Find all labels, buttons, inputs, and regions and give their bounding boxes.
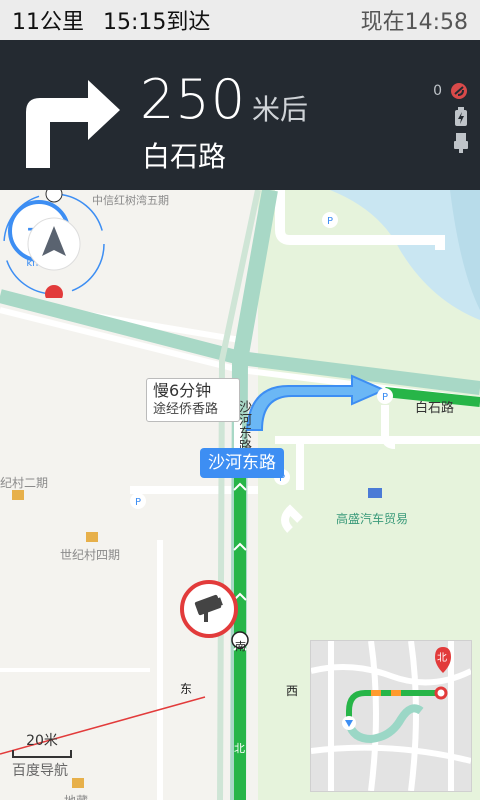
camera-counter: 0 (418, 78, 468, 104)
delay-text: 慢6分钟 (153, 381, 212, 400)
poi-label-gaosheng: 高盛汽车贸易 (336, 512, 409, 526)
parking-marker: P (377, 388, 393, 404)
alternate-route-tip[interactable]: 慢6分钟 途经侨香路 (146, 378, 240, 422)
battery-charging-icon (455, 107, 467, 126)
status-bar: 11公里 15:15到达 现在14:58 (0, 0, 480, 40)
svg-text:P: P (382, 392, 388, 403)
current-road-label: 沙河东路 (200, 448, 284, 478)
camera-count: 0 (433, 83, 442, 99)
camera-icon (194, 594, 223, 622)
scale-label: 20米 (26, 733, 58, 749)
next-road-name: 白石路 (142, 140, 227, 173)
compass-east: 东 (180, 682, 193, 696)
turn-right-arrow-icon (26, 80, 120, 168)
poi-label-village-2: 纪村二期 (0, 476, 49, 490)
overview-canvas (311, 641, 471, 791)
via-road-text: 途经侨香路 (153, 402, 219, 417)
poi-label-village-4: 世纪村四期 (60, 548, 121, 562)
road-label-baishi: 白石路 (415, 401, 455, 416)
trip-summary: 11公里 15:15到达 (12, 4, 222, 36)
map-scale: 20米 (12, 730, 72, 758)
poi-label-bottom: 地藏 (64, 792, 88, 800)
parking-marker: P (322, 212, 338, 228)
arrival-time: 15:15到达 (103, 10, 211, 35)
side-status-icons: 0 (418, 78, 468, 156)
compass-west: 西 (286, 684, 299, 698)
usb-icon (454, 133, 468, 153)
gps-signal-icon (451, 83, 467, 99)
compass[interactable] (0, 190, 108, 298)
brand-label: 百度导航 (12, 763, 68, 779)
current-time: 现在14:58 (360, 10, 468, 35)
remaining-distance: 11公里 (12, 10, 84, 35)
maneuver-distance: 250 (140, 68, 247, 131)
compass-south: 南 (235, 640, 246, 653)
svg-text:P: P (327, 216, 333, 227)
parking-marker: P (130, 493, 146, 509)
maneuver-distance-unit: 米后 (252, 93, 309, 126)
overview-north-label: 北 (437, 653, 447, 664)
compass-north: 北 (234, 742, 245, 755)
route-overview-map[interactable]: 北 (310, 640, 472, 792)
svg-text:P: P (135, 497, 141, 508)
speed-camera-alert (180, 580, 238, 638)
guidance-panel: 250 米后 白石路 0 (0, 40, 480, 190)
map-view[interactable]: P P P P 中信红树湾五期 白石路 沙河东路 纪村二期 世纪村四期 高盛汽车… (0, 190, 480, 800)
